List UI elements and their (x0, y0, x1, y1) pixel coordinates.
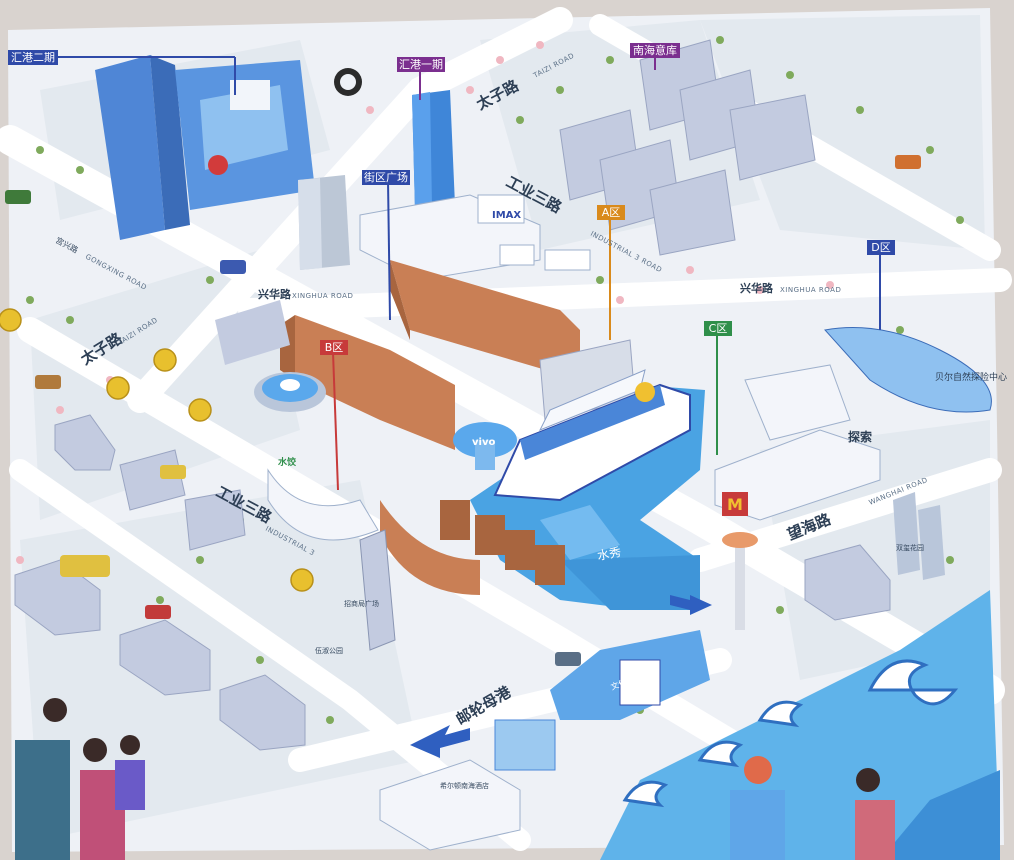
svg-text:C区: C区 (709, 322, 728, 335)
label-imax: IMAX (492, 210, 521, 221)
svg-text:南海意库: 南海意库 (633, 43, 677, 57)
road-label-xinghua-cn-right: 兴华路 (740, 281, 774, 295)
label-nature-center: 贝尔自然探险中心 (935, 371, 1007, 383)
tag-zone-c[interactable]: C区 (704, 321, 732, 336)
label-weiyu-park: 伍淑公园 (315, 646, 343, 655)
tag-zone-a[interactable]: A区 (597, 205, 625, 220)
svg-text:M: M (727, 495, 743, 514)
tag-huigang-phase2[interactable]: 汇港二期 (8, 50, 58, 65)
tag-nanhai-yiku[interactable]: 南海意库 (630, 43, 680, 58)
svg-text:汇港一期: 汇港一期 (399, 58, 443, 71)
label-vivo: vivo (472, 437, 495, 448)
tag-jiequ-square[interactable]: 街区广场 (362, 170, 410, 185)
svg-text:A区: A区 (602, 206, 621, 219)
tag-zone-d[interactable]: D区 (867, 240, 895, 255)
svg-text:B区: B区 (325, 341, 344, 354)
road-label-xinghua-cn-left: 兴华路 (258, 287, 292, 301)
label-tansuo: 探索 (848, 429, 872, 444)
road-label-xinghua-en-left: XINGHUA ROAD (292, 292, 353, 300)
road-label-xinghua-en-right: XINGHUA ROAD (780, 286, 841, 294)
label-zhaoshang-square: 招商局广场 (344, 599, 379, 608)
mcdonalds-icon: M (722, 492, 748, 516)
label-hilton-hotel: 希尔顿南海酒店 (440, 781, 489, 790)
label-shuibao: 水饺 (278, 456, 297, 468)
svg-text:D区: D区 (871, 241, 890, 254)
svg-text:街区广场: 街区广场 (364, 170, 408, 184)
label-seaside-garden: 双玺花园 (896, 543, 924, 552)
tag-zone-b[interactable]: B区 (320, 340, 348, 355)
tag-huigang-phase1[interactable]: 汇港一期 (397, 57, 445, 72)
harbour-city-illustrated-map: 汇港二期 汇港一期 南海意库 街区广场 A区 B区 C区 D区 太子路 TAIZ… (0, 0, 1014, 860)
huigang-phase1-tower[interactable] (412, 90, 455, 210)
svg-text:汇港二期: 汇港二期 (11, 51, 55, 64)
fountain-plaza[interactable] (254, 372, 326, 412)
cafe-icon (334, 68, 362, 96)
grey-office-tower (298, 175, 350, 270)
